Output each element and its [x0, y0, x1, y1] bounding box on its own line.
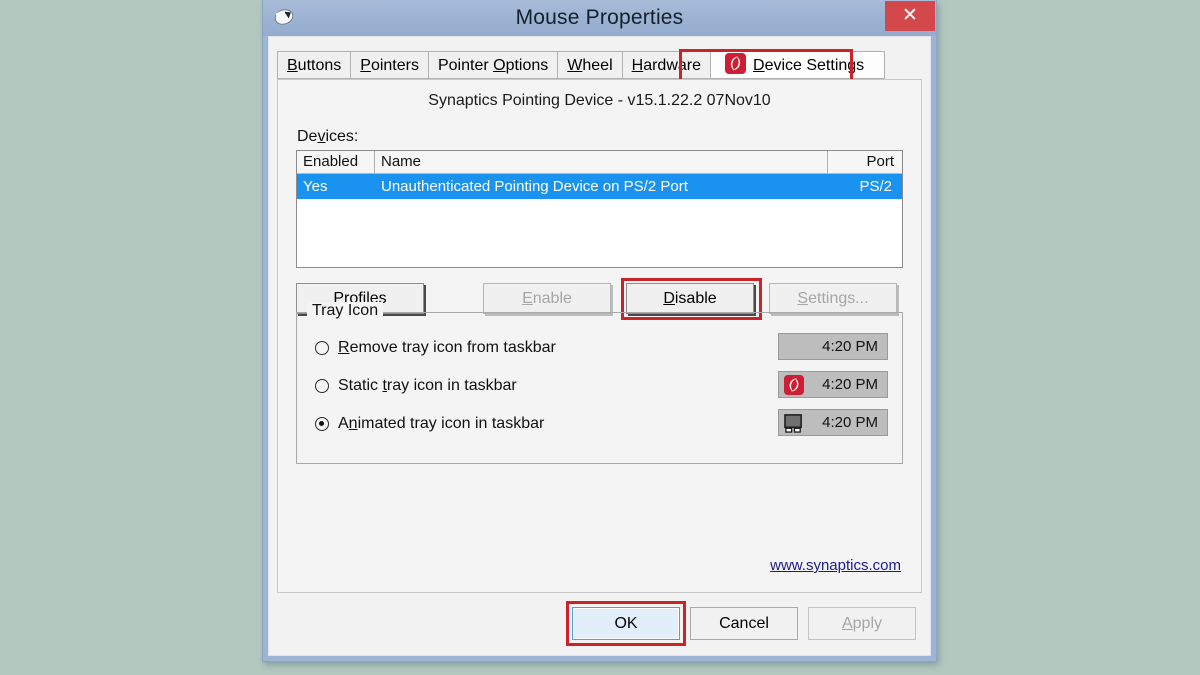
- tray-option-static[interactable]: Static tray icon in taskbar: [315, 373, 517, 399]
- title-bar: Mouse Properties ✕: [263, 0, 936, 36]
- synaptics-logo-icon: [784, 375, 804, 395]
- radio-static-tray-icon[interactable]: [315, 379, 329, 393]
- dialog-body: Buttons Pointers Pointer Options Wheel H…: [268, 36, 931, 656]
- tray-icon-group-title: Tray Icon: [307, 302, 384, 320]
- tray-option-animated[interactable]: Animated tray icon in taskbar: [315, 411, 544, 437]
- mouse-properties-window: Mouse Properties ✕ Buttons Pointers Poin…: [262, 0, 937, 662]
- disable-button[interactable]: Disable: [626, 283, 754, 314]
- tray-preview-remove-time: 4:20 PM: [822, 338, 878, 355]
- tray-option-remove-label[interactable]: Remove tray icon from taskbar: [338, 339, 556, 357]
- tray-option-animated-label[interactable]: Animated tray icon in taskbar: [338, 415, 544, 433]
- cell-port: PS/2: [859, 178, 892, 195]
- settings-button: Settings...: [769, 283, 897, 314]
- ok-button[interactable]: OK: [572, 607, 680, 640]
- synaptics-logo-icon: [725, 53, 746, 74]
- radio-animated-tray-icon[interactable]: [315, 417, 329, 431]
- devices-list[interactable]: Enabled Name Port Yes Unauthenticated Po…: [296, 150, 903, 268]
- tab-pointers-label: ointers: [370, 57, 419, 74]
- enable-button: Enable: [483, 283, 611, 314]
- tray-preview-animated-time: 4:20 PM: [822, 414, 878, 431]
- tab-pointer-options-label: ptions: [505, 57, 549, 74]
- tray-preview-static-time: 4:20 PM: [822, 376, 878, 393]
- tab-device-settings[interactable]: Device Settings: [710, 51, 886, 79]
- tab-buttons[interactable]: Buttons: [277, 51, 351, 79]
- tab-pointer-options[interactable]: Pointer Options: [427, 51, 558, 79]
- tab-hardware[interactable]: Hardware: [621, 51, 710, 79]
- device-title: Synaptics Pointing Device - v15.1.22.2 0…: [428, 92, 771, 109]
- window-title: Mouse Properties: [515, 6, 684, 29]
- column-header-name[interactable]: Name: [375, 151, 828, 173]
- tab-strip: Buttons Pointers Pointer Options Wheel H…: [277, 51, 922, 81]
- synaptics-web-link[interactable]: www.synaptics.com: [770, 557, 901, 574]
- tray-icon-group: Tray Icon Remove tray icon from taskbar …: [296, 302, 903, 464]
- apply-button: Apply: [808, 607, 916, 640]
- tray-option-static-label[interactable]: Static tray icon in taskbar: [338, 377, 517, 395]
- cell-name: Unauthenticated Pointing Device on PS/2 …: [381, 178, 688, 195]
- tab-buttons-label: uttons: [297, 57, 342, 74]
- tray-option-remove[interactable]: Remove tray icon from taskbar: [315, 335, 556, 361]
- dialog-footer: OK Cancel Apply: [269, 593, 930, 655]
- touchpad-icon: [784, 413, 804, 433]
- close-button[interactable]: ✕: [885, 1, 935, 31]
- column-header-port[interactable]: Port: [828, 151, 902, 173]
- cell-enabled: Yes: [303, 178, 328, 195]
- tray-preview-animated: 4:20 PM: [778, 409, 888, 436]
- devices-label: Devices:: [297, 128, 359, 145]
- tray-preview-remove: 4:20 PM: [778, 333, 888, 360]
- desktop-background: Mouse Properties ✕ Buttons Pointers Poin…: [0, 0, 1200, 675]
- cancel-button[interactable]: Cancel: [690, 607, 798, 640]
- tab-device-settings-label: evice Settings: [764, 57, 865, 74]
- tab-wheel[interactable]: Wheel: [557, 51, 622, 79]
- tray-preview-static: 4:20 PM: [778, 371, 888, 398]
- radio-remove-tray-icon[interactable]: [315, 341, 329, 355]
- tab-pointers[interactable]: Pointers: [350, 51, 428, 79]
- tab-hardware-label: ardware: [643, 57, 701, 74]
- devices-list-header: Enabled Name Port: [297, 151, 902, 174]
- device-settings-panel: Synaptics Pointing Device - v15.1.22.2 0…: [277, 79, 922, 593]
- table-row[interactable]: Yes Unauthenticated Pointing Device on P…: [297, 174, 902, 199]
- column-header-enabled[interactable]: Enabled: [297, 151, 375, 173]
- tab-wheel-label: heel: [582, 57, 613, 74]
